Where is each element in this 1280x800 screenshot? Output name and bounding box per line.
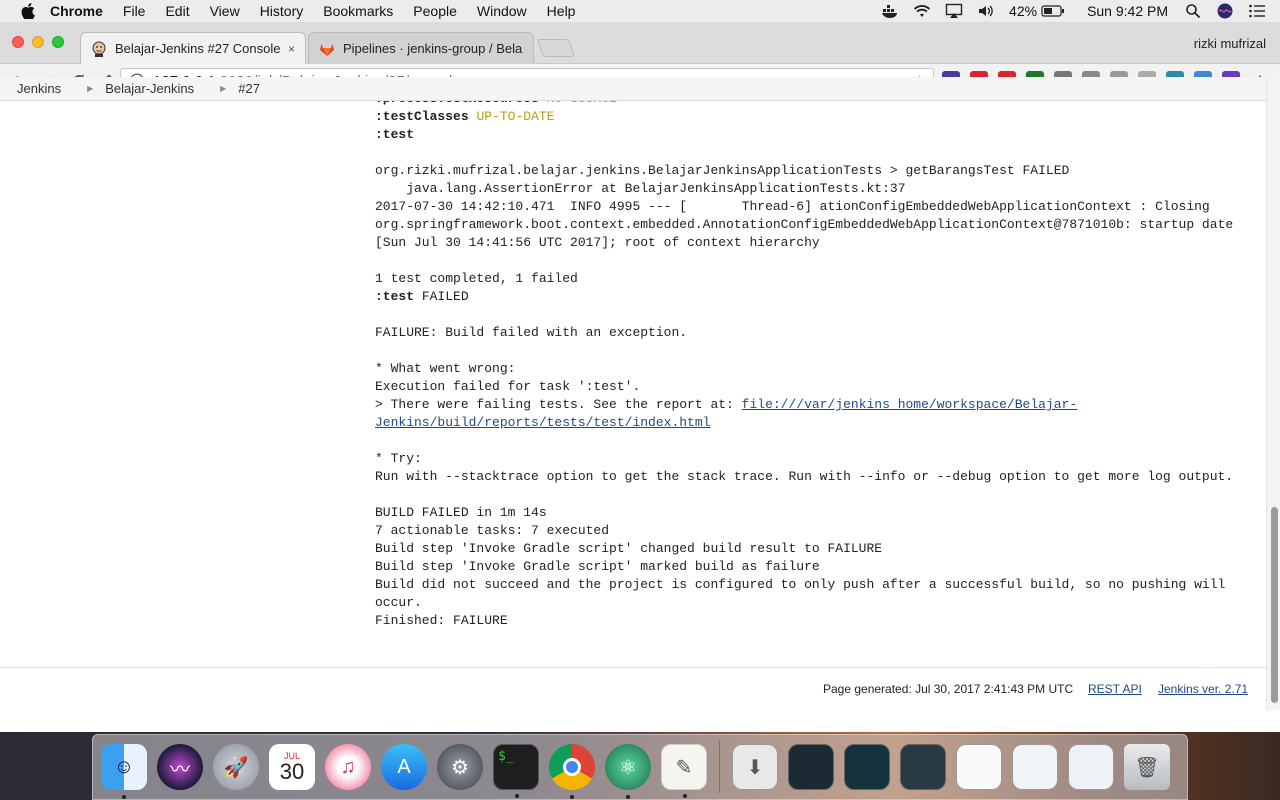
window-thumbnail-document[interactable] [956, 744, 1002, 790]
window-thumbnail-browser[interactable] [1012, 744, 1058, 790]
minimize-window-button[interactable] [32, 36, 44, 48]
atom-icon[interactable]: ⚛ [605, 744, 651, 799]
itunes-icon[interactable]: ♫ [325, 744, 371, 790]
menubar-clock[interactable]: Sun 9:42 PM [1087, 3, 1168, 19]
new-tab-button[interactable] [536, 39, 576, 57]
volume-icon[interactable] [977, 3, 995, 19]
console-line: > There were failing tests. See the repo… [375, 397, 742, 412]
tab-title: Belajar-Jenkins #27 Console [ [115, 41, 282, 56]
console-line: java.lang.AssertionError at BelajarJenki… [375, 181, 906, 196]
console-status: FAILED [414, 289, 469, 304]
console-line: 1 test completed, 1 failed [375, 271, 578, 286]
docker-status-icon[interactable] [881, 3, 899, 19]
rest-api-link[interactable]: REST API [1088, 682, 1142, 696]
menu-app-name[interactable]: Chrome [50, 3, 103, 19]
menu-history[interactable]: History [260, 3, 304, 19]
tab-title: Pipelines · jenkins-group / Bela [343, 41, 523, 56]
apple-menu-icon[interactable] [18, 0, 38, 22]
window-thumbnail-editor[interactable] [844, 744, 890, 790]
profile-name[interactable]: rizki mufrizal [1194, 36, 1266, 51]
console-line: Build step 'Invoke Gradle script' change… [375, 541, 883, 556]
finder-icon[interactable]: ☺ [101, 744, 147, 799]
macos-dock: ☺ 〰 🚀 JUL 30 ♫ A ⚙ $_ ⚛ ✎ ⬇ 🗑 [92, 734, 1188, 800]
terminal-icon[interactable]: $_ [493, 744, 539, 798]
breadcrumb-jenkins[interactable]: Jenkins [17, 81, 61, 96]
scrollbar-thumb[interactable] [1271, 507, 1278, 703]
menu-file[interactable]: File [123, 3, 146, 19]
siri-icon[interactable] [1216, 3, 1234, 19]
menu-view[interactable]: View [210, 3, 240, 19]
console-task: :test [375, 127, 415, 142]
menu-people[interactable]: People [413, 3, 457, 19]
page-viewport: Jenkins ▶ Belajar-Jenkins ▶ #27 :process… [0, 77, 1266, 710]
close-tab-icon[interactable]: × [288, 42, 295, 56]
menu-window[interactable]: Window [477, 3, 527, 19]
zoom-window-button[interactable] [52, 36, 64, 48]
breadcrumb-chevron-icon: ▶ [87, 84, 94, 93]
breadcrumb-build[interactable]: #27 [238, 81, 260, 96]
battery-status[interactable]: 42% [1009, 3, 1065, 19]
macos-menubar: Chrome File Edit View History Bookmarks … [0, 0, 1280, 22]
console-output: :processTestResources NO-SOURCE :testCla… [375, 90, 1255, 630]
app-store-icon[interactable]: A [381, 744, 427, 790]
console-line: FAILURE: Build failed with an exception. [375, 325, 688, 340]
system-preferences-icon[interactable]: ⚙ [437, 744, 483, 790]
battery-icon [1041, 5, 1065, 17]
tab-gitlab-pipelines[interactable]: Pipelines · jenkins-group / Bela [308, 32, 534, 64]
console-line: 7 actionable tasks: 7 executed [375, 523, 610, 538]
window-thumbnail-finder[interactable] [1068, 744, 1114, 790]
downloads-stack-icon[interactable]: ⬇ [732, 744, 778, 790]
menu-bookmarks[interactable]: Bookmarks [323, 3, 393, 19]
console-task: :test [375, 289, 415, 304]
menu-edit[interactable]: Edit [165, 3, 189, 19]
console-line: Finished: FAILURE [375, 613, 508, 628]
textedit-icon[interactable]: ✎ [661, 744, 707, 798]
notification-center-icon[interactable] [1248, 3, 1266, 19]
console-line: Execution failed for task ':test'. [375, 379, 641, 394]
calendar-icon[interactable]: JUL 30 [269, 744, 315, 790]
airplay-icon[interactable] [945, 3, 963, 19]
page-footer: Page generated: Jul 30, 2017 2:41:43 PM … [0, 667, 1266, 710]
wifi-icon[interactable] [913, 3, 931, 19]
battery-percent: 42% [1009, 3, 1038, 19]
calendar-day: 30 [279, 759, 305, 784]
tab-jenkins-console[interactable]: Belajar-Jenkins #27 Console [ × [80, 32, 306, 64]
launchpad-icon[interactable]: 🚀 [213, 744, 259, 790]
window-thumbnail-terminal[interactable] [788, 744, 834, 790]
dock-separator [719, 741, 720, 793]
close-window-button[interactable] [12, 36, 24, 48]
window-thumbnail-console[interactable] [900, 744, 946, 790]
console-line: org.rizki.mufrizal.belajar.jenkins.Belaj… [375, 163, 1070, 178]
console-line: 2017-07-30 14:42:10.471 INFO 4995 --- [ … [375, 199, 1241, 250]
console-line: Run with --stacktrace option to get the … [375, 469, 1234, 484]
console-line: Build step 'Invoke Gradle script' marked… [375, 559, 820, 574]
breadcrumb: Jenkins ▶ Belajar-Jenkins ▶ #27 [0, 77, 1266, 101]
page-scrollbar[interactable] [1266, 77, 1280, 710]
breadcrumb-job[interactable]: Belajar-Jenkins [105, 81, 194, 96]
console-status: UP-TO-DATE [476, 109, 555, 124]
gitlab-favicon-icon [320, 43, 334, 56]
console-line: Build did not succeed and the project is… [375, 577, 1234, 610]
tab-strip: Belajar-Jenkins #27 Console [ × Pipeline… [0, 22, 1280, 64]
jenkins-favicon-icon [92, 41, 106, 57]
console-task: :testClasses [375, 109, 469, 124]
chrome-dock-icon[interactable] [549, 744, 595, 799]
siri-dock-icon[interactable]: 〰 [157, 744, 203, 790]
console-line: * What went wrong: [375, 361, 516, 376]
page-generated-timestamp: Page generated: Jul 30, 2017 2:41:43 PM … [823, 682, 1074, 696]
spotlight-search-icon[interactable] [1184, 3, 1202, 19]
window-controls [12, 36, 64, 48]
console-line: BUILD FAILED in 1m 14s [375, 505, 547, 520]
trash-icon[interactable]: 🗑 [1124, 744, 1170, 790]
jenkins-version-link[interactable]: Jenkins ver. 2.71 [1158, 682, 1248, 696]
menu-help[interactable]: Help [547, 3, 576, 19]
breadcrumb-chevron-icon: ▶ [220, 84, 227, 93]
console-line: * Try: [375, 451, 422, 466]
